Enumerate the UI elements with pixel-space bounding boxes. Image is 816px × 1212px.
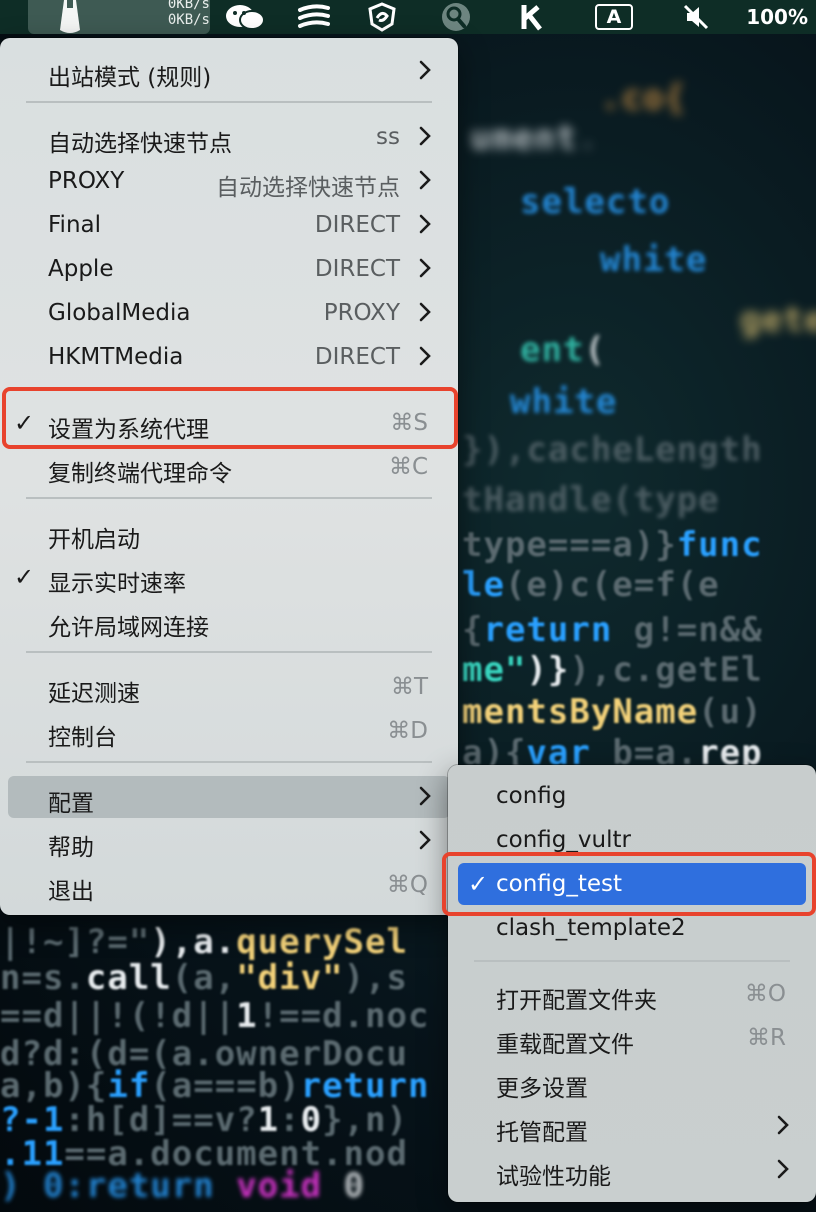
- menu-separator: [26, 761, 432, 763]
- proxy-group-name: HKMTMedia: [48, 344, 184, 370]
- menu-separator: [26, 497, 432, 499]
- mute-icon[interactable]: [676, 0, 716, 34]
- menu-item-latency-test[interactable]: 延迟测速 ⌘T: [8, 666, 450, 708]
- menu-item-outbound-mode[interactable]: 出站模式 (规则): [8, 50, 450, 92]
- menu-item-launch-at-login[interactable]: 开机启动: [8, 512, 450, 554]
- menu-item-more-settings[interactable]: 更多设置: [456, 1061, 808, 1103]
- menu-item-label: 退出: [48, 879, 94, 905]
- menu-item-quit[interactable]: 退出 ⌘Q: [8, 864, 450, 906]
- kindle-k-icon[interactable]: [512, 0, 552, 34]
- proxy-group-name: PROXY: [48, 168, 125, 194]
- battery-percentage[interactable]: 100%: [746, 0, 808, 34]
- chevron-right-icon: [419, 126, 431, 146]
- menu-item-dashboard[interactable]: 控制台 ⌘D: [8, 710, 450, 752]
- menu-item-reload-config[interactable]: 重载配置文件 ⌘R: [456, 1017, 808, 1059]
- chevron-right-icon: [419, 60, 431, 80]
- proxy-group-item[interactable]: HKMTMedia DIRECT: [8, 336, 450, 378]
- proxy-group-item[interactable]: GlobalMedia PROXY: [8, 292, 450, 334]
- clash-status-item[interactable]: 0KB/s 0KB/s: [28, 0, 210, 34]
- proxy-group-value: ss: [376, 124, 400, 150]
- shortcut-label: ⌘T: [390, 674, 428, 700]
- proxy-group-item[interactable]: 自动选择快速节点 ss: [8, 116, 450, 158]
- shortcut-label: ⌘C: [388, 454, 428, 480]
- proxy-group-value: DIRECT: [314, 212, 400, 238]
- menu-item-label: 允许局域网连接: [48, 615, 209, 641]
- chevron-right-icon: [419, 786, 431, 806]
- menu-item-help[interactable]: 帮助: [8, 820, 450, 862]
- chevron-right-icon: [777, 1159, 789, 1179]
- shortcut-label: ⌘Q: [386, 872, 428, 898]
- config-name: clash_template2: [496, 915, 686, 941]
- menu-item-label: 显示实时速率: [48, 571, 186, 597]
- chevron-right-icon: [419, 258, 431, 278]
- menu-item-label: 控制台: [48, 725, 117, 751]
- menu-item-label: 帮助: [48, 835, 94, 861]
- annotation-highlight-config-test: [442, 852, 816, 916]
- shortcut-label: ⌘R: [747, 1025, 786, 1051]
- netspeed-up: 0KB/s: [167, 0, 210, 12]
- menu-lines-icon[interactable]: [294, 0, 334, 34]
- menu-item-copy-terminal-cmd[interactable]: 复制终端代理命令 ⌘C: [8, 446, 450, 488]
- proxy-group-name: 自动选择快速节点: [48, 131, 232, 157]
- search-circle-icon[interactable]: [436, 0, 476, 34]
- config-submenu: config config_vultr ✓ config_test clash_…: [448, 765, 816, 1202]
- proxy-group-item[interactable]: Apple DIRECT: [8, 248, 450, 290]
- proxy-group-item[interactable]: Final DIRECT: [8, 204, 450, 246]
- menu-item-label: 重载配置文件: [496, 1032, 634, 1058]
- shortcut-label: ⌘D: [387, 718, 428, 744]
- menu-item-allow-lan[interactable]: 允许局域网连接: [8, 600, 450, 642]
- menu-item-experimental[interactable]: 试验性功能: [456, 1149, 808, 1191]
- clash-app-icon: [60, 0, 80, 33]
- annotation-highlight-system-proxy: [2, 387, 458, 449]
- proxy-group-value: PROXY: [323, 300, 400, 326]
- menu-item-label: 更多设置: [496, 1076, 588, 1102]
- chevron-right-icon: [777, 1115, 789, 1135]
- proxy-group-item[interactable]: PROXY 自动选择快速节点: [8, 160, 450, 202]
- menu-item-label: 复制终端代理命令: [48, 461, 232, 487]
- menu-bar: 0KB/s 0KB/s A 100%: [0, 0, 816, 34]
- menu-item-label: 出站模式 (规则): [48, 65, 212, 91]
- chevron-right-icon: [419, 346, 431, 366]
- menu-item-label: 延迟测速: [48, 681, 140, 707]
- menu-item-label: 试验性功能: [496, 1164, 611, 1190]
- menu-item-managed-config[interactable]: 托管配置: [456, 1105, 808, 1147]
- chevron-right-icon: [419, 302, 431, 322]
- proxy-group-value: 自动选择快速节点: [216, 175, 400, 201]
- config-item[interactable]: config: [456, 775, 808, 817]
- menu-item-label: 托管配置: [496, 1120, 588, 1146]
- netspeed-down: 0KB/s: [167, 12, 210, 28]
- menu-item-open-config-folder[interactable]: 打开配置文件夹 ⌘O: [456, 973, 808, 1015]
- proxy-group-value: DIRECT: [314, 256, 400, 282]
- shield-swirl-icon[interactable]: [362, 0, 402, 34]
- menu-item-show-speed[interactable]: ✓ 显示实时速率: [8, 556, 450, 598]
- menu-separator: [474, 960, 790, 962]
- menu-item-label: 开机启动: [48, 527, 140, 553]
- clashx-main-menu: 出站模式 (规则) 自动选择快速节点 ss PROXY 自动选择快速节点 Fin…: [0, 38, 458, 915]
- config-name: config_vultr: [496, 827, 631, 853]
- config-name: config: [496, 783, 567, 809]
- menu-item-label: 配置: [48, 791, 94, 817]
- proxy-group-name: Final: [48, 212, 102, 238]
- menu-separator: [26, 651, 432, 653]
- chevron-right-icon: [419, 170, 431, 190]
- netspeed-readout: 0KB/s 0KB/s: [160, 0, 210, 28]
- menu-separator: [26, 101, 432, 103]
- chevron-right-icon: [419, 830, 431, 850]
- input-source-label: A: [595, 4, 633, 30]
- shortcut-label: ⌘O: [744, 981, 786, 1007]
- menu-item-config[interactable]: 配置: [8, 776, 450, 818]
- proxy-group-value: DIRECT: [314, 344, 400, 370]
- proxy-group-name: GlobalMedia: [48, 300, 191, 326]
- checkmark-icon: ✓: [14, 563, 35, 591]
- proxy-group-name: Apple: [48, 256, 114, 282]
- input-source-icon[interactable]: A: [590, 0, 638, 34]
- menu-item-label: 打开配置文件夹: [496, 988, 657, 1014]
- chevron-right-icon: [419, 214, 431, 234]
- wechat-icon[interactable]: [222, 0, 268, 34]
